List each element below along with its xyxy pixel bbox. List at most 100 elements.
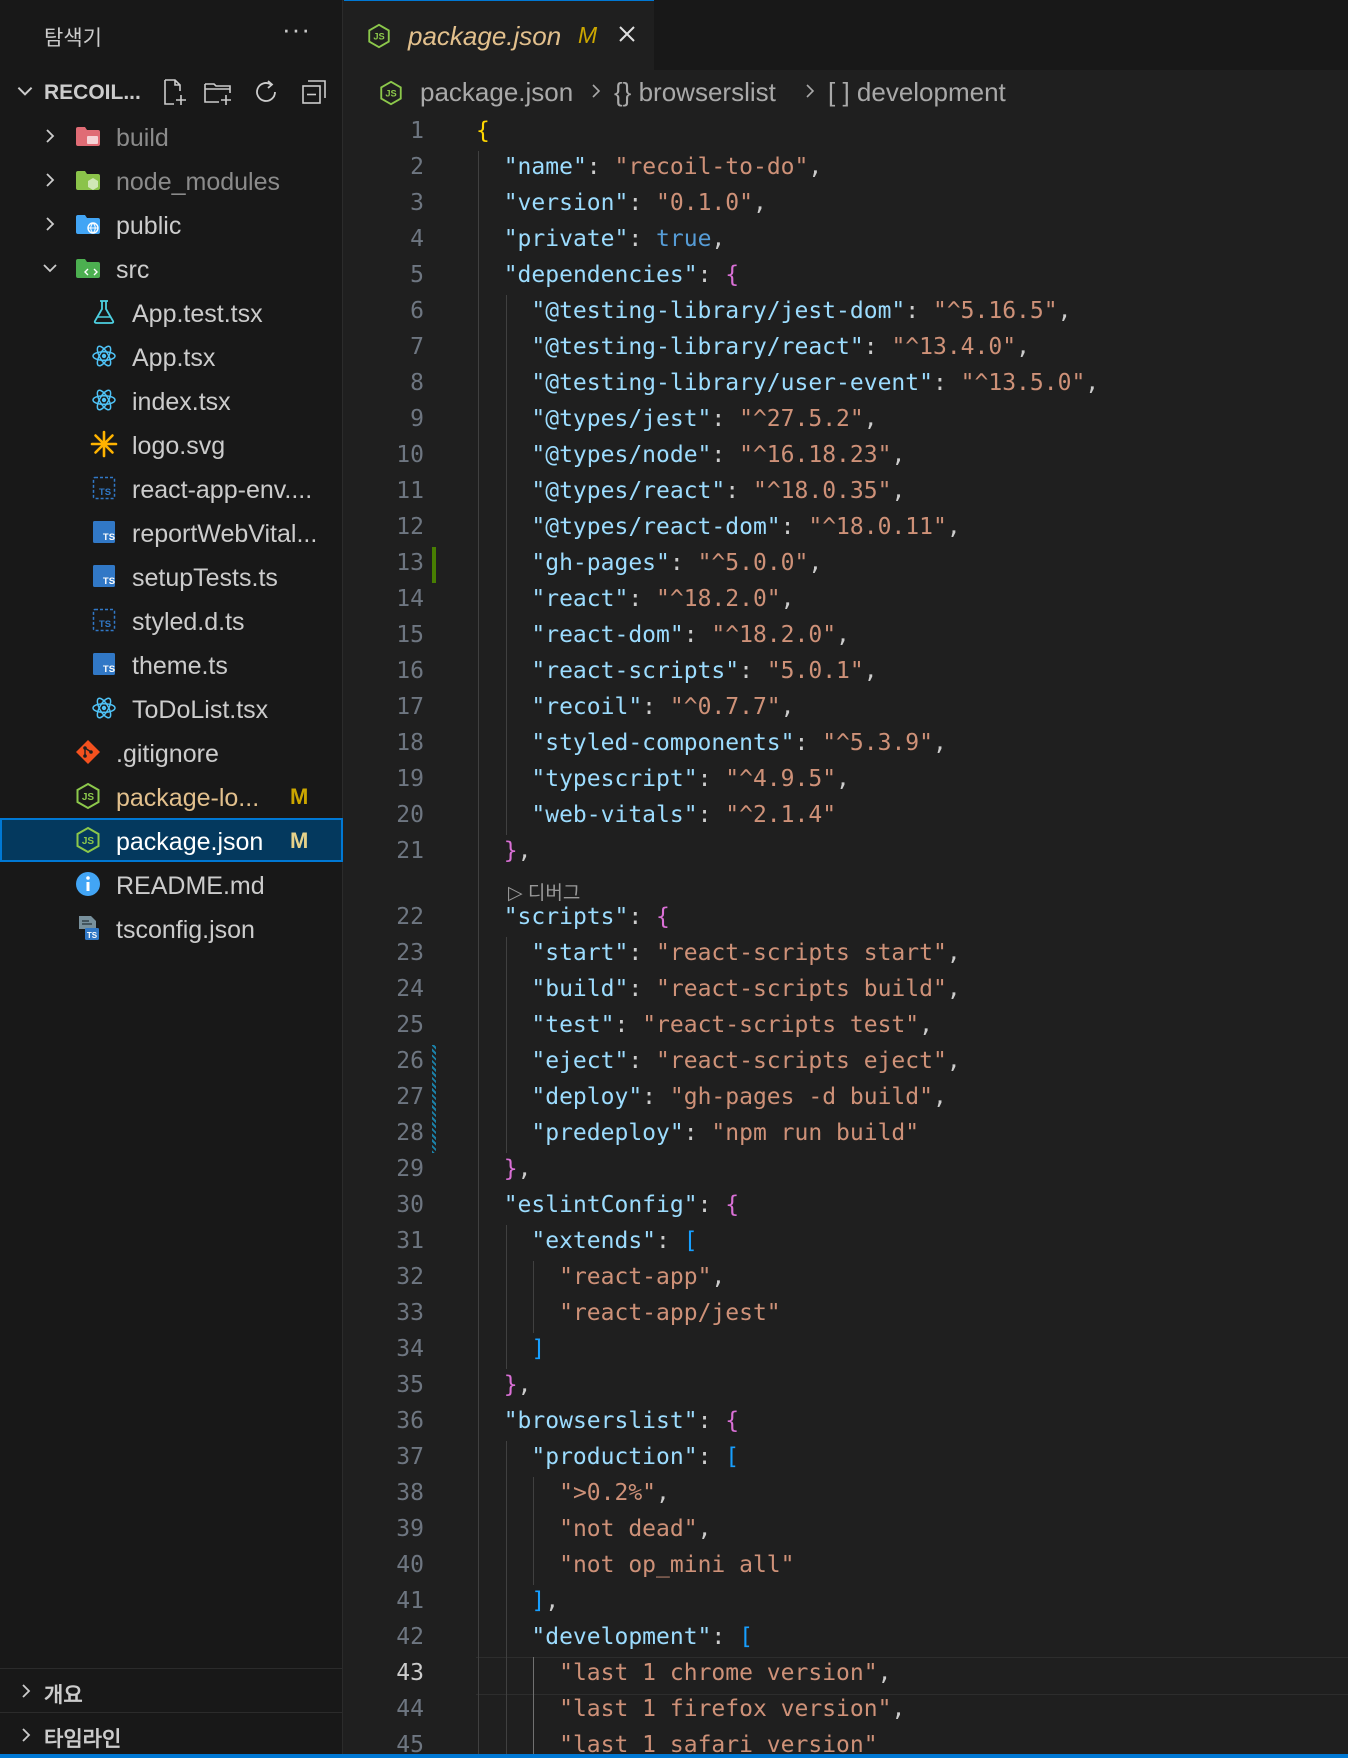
more-actions-button[interactable]: ··· — [282, 14, 311, 45]
chevron-right-icon[interactable] — [40, 126, 60, 146]
code-line[interactable]: "start": "react-scripts start", — [476, 940, 960, 966]
breadcrumb-development[interactable]: [ ] development — [828, 77, 1006, 108]
code-line[interactable]: "web-vitals": "^2.1.4" — [476, 802, 836, 828]
nodejs-icon: JS — [76, 826, 100, 854]
project-name: RECOIL... — [44, 81, 141, 104]
tree-item-label: tsconfig.json — [116, 916, 255, 944]
code-line[interactable]: "scripts": { — [476, 904, 670, 930]
breadcrumb-file[interactable]: package.json — [420, 77, 573, 108]
line-number: 26 — [396, 1048, 424, 1074]
code-line[interactable]: "recoil": "^0.7.7", — [476, 694, 794, 720]
editor-tab-strip: JS package.json M — [344, 0, 1348, 70]
code-line[interactable]: "react-app/jest" — [476, 1300, 781, 1326]
chevron-right-icon[interactable] — [40, 170, 60, 190]
tree-item[interactable]: README.md — [0, 862, 343, 906]
tree-item[interactable]: node_modules — [0, 158, 343, 202]
code-line[interactable]: "typescript": "^4.9.5", — [476, 766, 850, 792]
chevron-right-icon — [806, 84, 815, 98]
tree-item[interactable]: JS package-lo... M — [0, 774, 343, 818]
chevron-right-icon[interactable] — [40, 214, 60, 234]
code-line[interactable]: "test": "react-scripts test", — [476, 1012, 933, 1038]
refresh-icon[interactable] — [250, 76, 282, 108]
code-line[interactable]: }, — [476, 838, 532, 864]
line-number: 23 — [396, 940, 424, 966]
code-editor[interactable]: 1 {2 "name": "recoil-to-do", 3 "version": … — [344, 114, 1348, 1758]
tab-package-json[interactable]: JS package.json M — [344, 0, 654, 70]
line-number: 36 — [396, 1408, 424, 1434]
code-line[interactable]: "last 1 chrome version", — [476, 1660, 891, 1686]
code-line[interactable]: "@types/node": "^16.18.23", — [476, 442, 905, 468]
tree-item[interactable]: build — [0, 114, 343, 158]
code-line[interactable]: "@testing-library/react": "^13.4.0", — [476, 334, 1030, 360]
code-line[interactable]: "build": "react-scripts build", — [476, 976, 960, 1002]
code-line[interactable]: "version": "0.1.0", — [476, 190, 767, 216]
line-number: 34 — [396, 1336, 424, 1362]
close-icon[interactable] — [616, 23, 638, 45]
new-file-icon[interactable] — [158, 76, 190, 108]
outline-panel-header[interactable]: 개요 — [0, 1670, 343, 1712]
code-line[interactable]: "@testing-library/jest-dom": "^5.16.5", — [476, 298, 1071, 324]
svg-text:JS: JS — [82, 792, 95, 803]
code-line[interactable]: "react-dom": "^18.2.0", — [476, 622, 850, 648]
code-line[interactable]: "react": "^18.2.0", — [476, 586, 794, 612]
code-line[interactable]: "@types/react": "^18.0.35", — [476, 478, 905, 504]
code-line[interactable]: { — [476, 118, 490, 144]
tree-item[interactable]: index.tsx — [0, 378, 343, 422]
code-line[interactable]: ] — [476, 1336, 545, 1362]
code-line[interactable]: }, — [476, 1156, 532, 1182]
tree-item[interactable]: public — [0, 202, 343, 246]
code-line[interactable]: "extends": [ — [476, 1228, 697, 1254]
tree-item[interactable]: TS setupTests.ts — [0, 554, 343, 598]
tree-item[interactable]: TS reportWebVital... — [0, 510, 343, 554]
line-number: 5 — [410, 262, 424, 288]
tree-item[interactable]: JS package.json M — [0, 818, 343, 862]
tree-item[interactable]: App.test.tsx — [0, 290, 343, 334]
tree-item[interactable]: .gitignore — [0, 730, 343, 774]
line-number: 22 — [396, 904, 424, 930]
collapse-all-icon[interactable] — [298, 76, 330, 108]
nodejs-icon: JS — [368, 23, 390, 49]
code-line[interactable]: "predeploy": "npm run build" — [476, 1120, 919, 1146]
code-line[interactable]: "name": "recoil-to-do", — [476, 154, 823, 180]
code-line[interactable]: ], — [476, 1588, 559, 1614]
tree-item-label: package-lo... — [116, 784, 260, 812]
chevron-right-icon — [22, 1684, 31, 1698]
code-line[interactable]: "@types/jest": "^27.5.2", — [476, 406, 877, 432]
code-line[interactable]: "private": true, — [476, 226, 726, 252]
code-line[interactable]: "browserslist": { — [476, 1408, 739, 1434]
tree-item[interactable]: TS tsconfig.json — [0, 906, 343, 950]
code-line[interactable]: "production": [ — [476, 1444, 739, 1470]
code-line[interactable]: "@testing-library/user-event": "^13.5.0"… — [476, 370, 1099, 396]
modified-badge: M — [578, 22, 598, 48]
code-line[interactable]: "react-app", — [476, 1264, 725, 1290]
debug-codelens[interactable]: ▷ 디버그 — [508, 878, 580, 905]
tree-item[interactable]: TS react-app-env.... — [0, 466, 343, 510]
line-number: 2 — [410, 154, 424, 180]
code-line[interactable]: "last 1 firefox version", — [476, 1696, 905, 1722]
new-folder-icon[interactable] — [202, 76, 234, 108]
project-section-header[interactable]: RECOIL... — [0, 72, 343, 112]
tree-item[interactable]: TS styled.d.ts — [0, 598, 343, 642]
chevron-down-icon[interactable] — [40, 258, 60, 278]
code-line[interactable]: "react-scripts": "5.0.1", — [476, 658, 877, 684]
code-line[interactable]: }, — [476, 1372, 532, 1398]
code-line[interactable]: "@types/react-dom": "^18.0.11", — [476, 514, 960, 540]
code-line[interactable]: "not dead", — [476, 1516, 711, 1542]
code-line[interactable]: ">0.2%", — [476, 1480, 670, 1506]
code-line[interactable]: "deploy": "gh-pages -d build", — [476, 1084, 946, 1110]
tree-item[interactable]: src — [0, 246, 343, 290]
tree-item[interactable]: logo.svg — [0, 422, 343, 466]
code-line[interactable]: "styled-components": "^5.3.9", — [476, 730, 946, 756]
code-line[interactable]: "gh-pages": "^5.0.0", — [476, 550, 822, 576]
line-number: 30 — [396, 1192, 424, 1218]
code-line[interactable]: "eject": "react-scripts eject", — [476, 1048, 960, 1074]
timeline-panel-header[interactable]: 타임라인 — [0, 1714, 343, 1756]
code-line[interactable]: "eslintConfig": { — [476, 1192, 739, 1218]
code-line[interactable]: "development": [ — [476, 1624, 753, 1650]
code-line[interactable]: "dependencies": { — [476, 262, 739, 288]
tree-item[interactable]: ToDoList.tsx — [0, 686, 343, 730]
code-line[interactable]: "not op_mini all" — [476, 1552, 794, 1578]
tree-item[interactable]: TS theme.ts — [0, 642, 343, 686]
breadcrumb-browserslist[interactable]: {} browserslist — [614, 77, 776, 108]
tree-item[interactable]: App.tsx — [0, 334, 343, 378]
